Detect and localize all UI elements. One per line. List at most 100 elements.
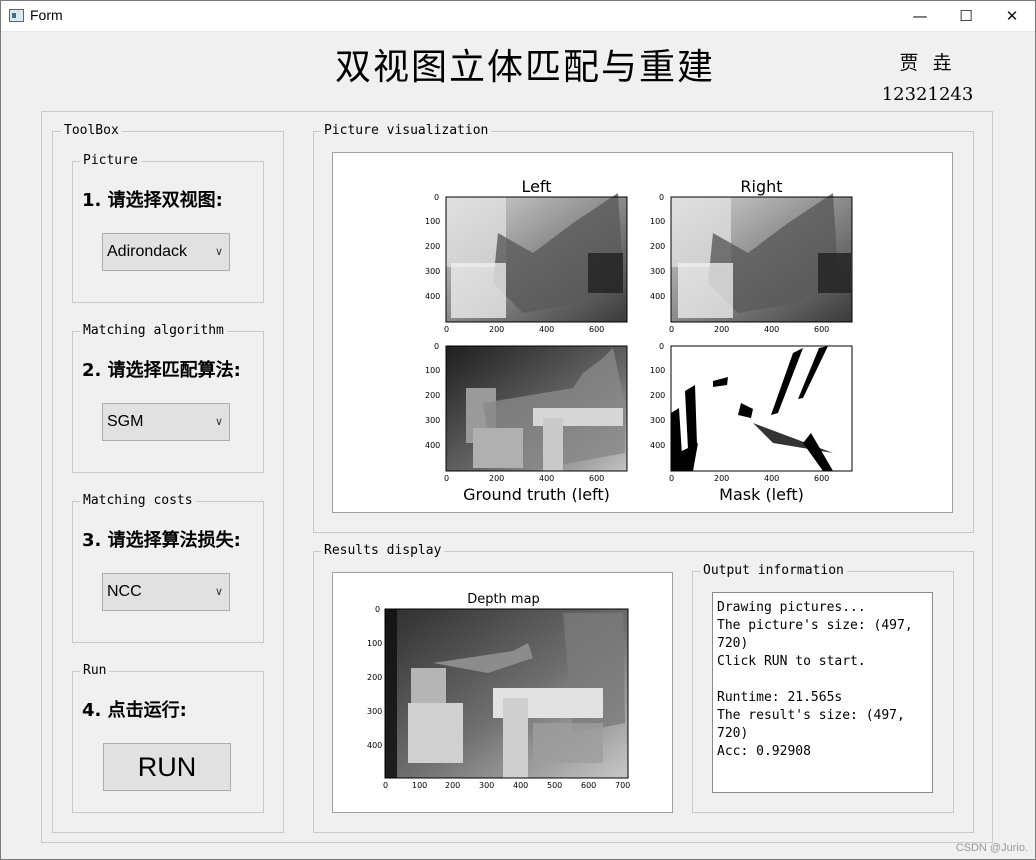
picture-group <box>72 161 264 303</box>
x-tick: 600 <box>814 325 830 334</box>
y-tick: 0 <box>659 193 665 202</box>
depth-canvas: Depth map 0 100 200 300 400 0 100 200 30… <box>332 572 673 813</box>
y-tick: 200 <box>650 242 666 251</box>
x-tick: 0 <box>444 474 450 483</box>
depth-map-figure <box>384 608 629 779</box>
x-tick: 600 <box>589 325 605 334</box>
ground-truth-label: Ground truth (left) <box>463 485 610 504</box>
x-tick: 100 <box>412 781 428 790</box>
output-label: Output information <box>700 563 847 578</box>
right-plot-title: Right <box>740 177 783 196</box>
costs-heading: 3. 请选择算法损失: <box>82 530 241 551</box>
y-tick: 300 <box>367 707 383 716</box>
right-image <box>670 193 853 323</box>
picture-select-value: Adirondack <box>107 243 188 260</box>
y-tick: 100 <box>650 366 666 375</box>
y-tick: 400 <box>425 441 441 450</box>
algorithm-select[interactable]: SGM ∨ <box>102 403 230 441</box>
x-tick: 600 <box>814 474 830 483</box>
x-tick: 200 <box>489 325 505 334</box>
x-tick: 400 <box>764 325 780 334</box>
author-name: 贾 垚 <box>899 52 956 74</box>
costs-select-value: NCC <box>107 583 142 600</box>
title-bar: Form — ☐ ✕ <box>0 0 1036 32</box>
y-tick: 0 <box>434 342 440 351</box>
y-tick: 300 <box>650 267 666 276</box>
x-tick: 200 <box>714 474 730 483</box>
x-tick: 400 <box>513 781 529 790</box>
run-label: Run <box>80 663 110 678</box>
y-tick: 200 <box>425 391 441 400</box>
x-tick: 200 <box>445 781 461 790</box>
costs-select[interactable]: NCC ∨ <box>102 573 230 611</box>
y-tick: 400 <box>650 292 666 301</box>
y-tick: 400 <box>650 441 666 450</box>
visualization-figure <box>445 193 853 472</box>
y-tick: 100 <box>425 366 441 375</box>
left-image <box>445 193 628 323</box>
page-title: 双视图立体匹配与重建 <box>334 47 715 88</box>
algorithm-heading: 2. 请选择匹配算法: <box>82 360 241 381</box>
output-line: 720) <box>717 726 749 741</box>
ground-truth-image <box>445 345 628 472</box>
x-tick: 600 <box>581 781 597 790</box>
toolbox-label: ToolBox <box>61 123 122 138</box>
picture-heading: 1. 请选择双视图: <box>82 190 223 211</box>
x-tick: 400 <box>539 325 555 334</box>
y-tick: 200 <box>367 673 383 682</box>
x-tick: 300 <box>479 781 495 790</box>
x-tick: 200 <box>489 474 505 483</box>
x-tick: 500 <box>547 781 563 790</box>
close-button[interactable]: ✕ <box>989 0 1035 31</box>
chevron-down-icon: ∨ <box>214 246 223 258</box>
output-line: Click RUN to start. <box>717 654 866 669</box>
x-tick: 0 <box>444 325 450 334</box>
depth-map-image <box>384 608 629 779</box>
mask-image <box>670 345 853 472</box>
left-plot-title: Left <box>521 177 552 196</box>
maximize-button[interactable]: ☐ <box>943 0 989 31</box>
y-tick: 100 <box>425 217 441 226</box>
run-heading: 4. 点击运行: <box>82 700 187 721</box>
minimize-button[interactable]: — <box>897 0 943 31</box>
y-tick: 300 <box>425 416 441 425</box>
window-title: Form <box>30 7 63 23</box>
x-tick: 0 <box>669 474 675 483</box>
y-tick: 200 <box>650 391 666 400</box>
run-button[interactable]: RUN <box>103 743 231 791</box>
chevron-down-icon: ∨ <box>214 416 223 428</box>
y-tick: 300 <box>425 267 441 276</box>
algorithm-select-value: SGM <box>107 413 144 430</box>
results-label: Results display <box>321 543 445 558</box>
y-tick: 0 <box>375 605 381 614</box>
mask-label: Mask (left) <box>719 485 804 504</box>
y-tick: 400 <box>367 741 383 750</box>
y-tick: 300 <box>650 416 666 425</box>
x-tick: 0 <box>383 781 389 790</box>
y-tick: 200 <box>425 242 441 251</box>
output-line: Acc: 0.92908 <box>717 744 811 759</box>
chevron-down-icon: ∨ <box>214 586 223 598</box>
run-group <box>72 671 264 813</box>
app-icon <box>9 9 24 22</box>
visualization-canvas: Left Right Ground truth (left) Mask (lef… <box>332 152 953 513</box>
x-tick: 0 <box>669 325 675 334</box>
picture-label: Picture <box>80 153 141 168</box>
output-line: The result's size: (497, <box>717 708 905 723</box>
y-tick: 100 <box>367 639 383 648</box>
x-tick: 200 <box>714 325 730 334</box>
output-line: 720) <box>717 636 749 651</box>
output-textbox[interactable]: Drawing pictures... The picture's size: … <box>712 592 933 793</box>
x-tick: 600 <box>589 474 605 483</box>
visualization-label: Picture visualization <box>321 123 492 138</box>
costs-label: Matching costs <box>80 493 196 508</box>
algorithm-label: Matching algorithm <box>80 323 227 338</box>
output-line: The picture's size: (497, <box>717 618 913 633</box>
y-tick: 0 <box>659 342 665 351</box>
y-tick: 100 <box>650 217 666 226</box>
x-tick: 700 <box>615 781 631 790</box>
algorithm-group <box>72 331 264 473</box>
picture-select[interactable]: Adirondack ∨ <box>102 233 230 271</box>
x-tick: 400 <box>764 474 780 483</box>
x-tick: 400 <box>539 474 555 483</box>
